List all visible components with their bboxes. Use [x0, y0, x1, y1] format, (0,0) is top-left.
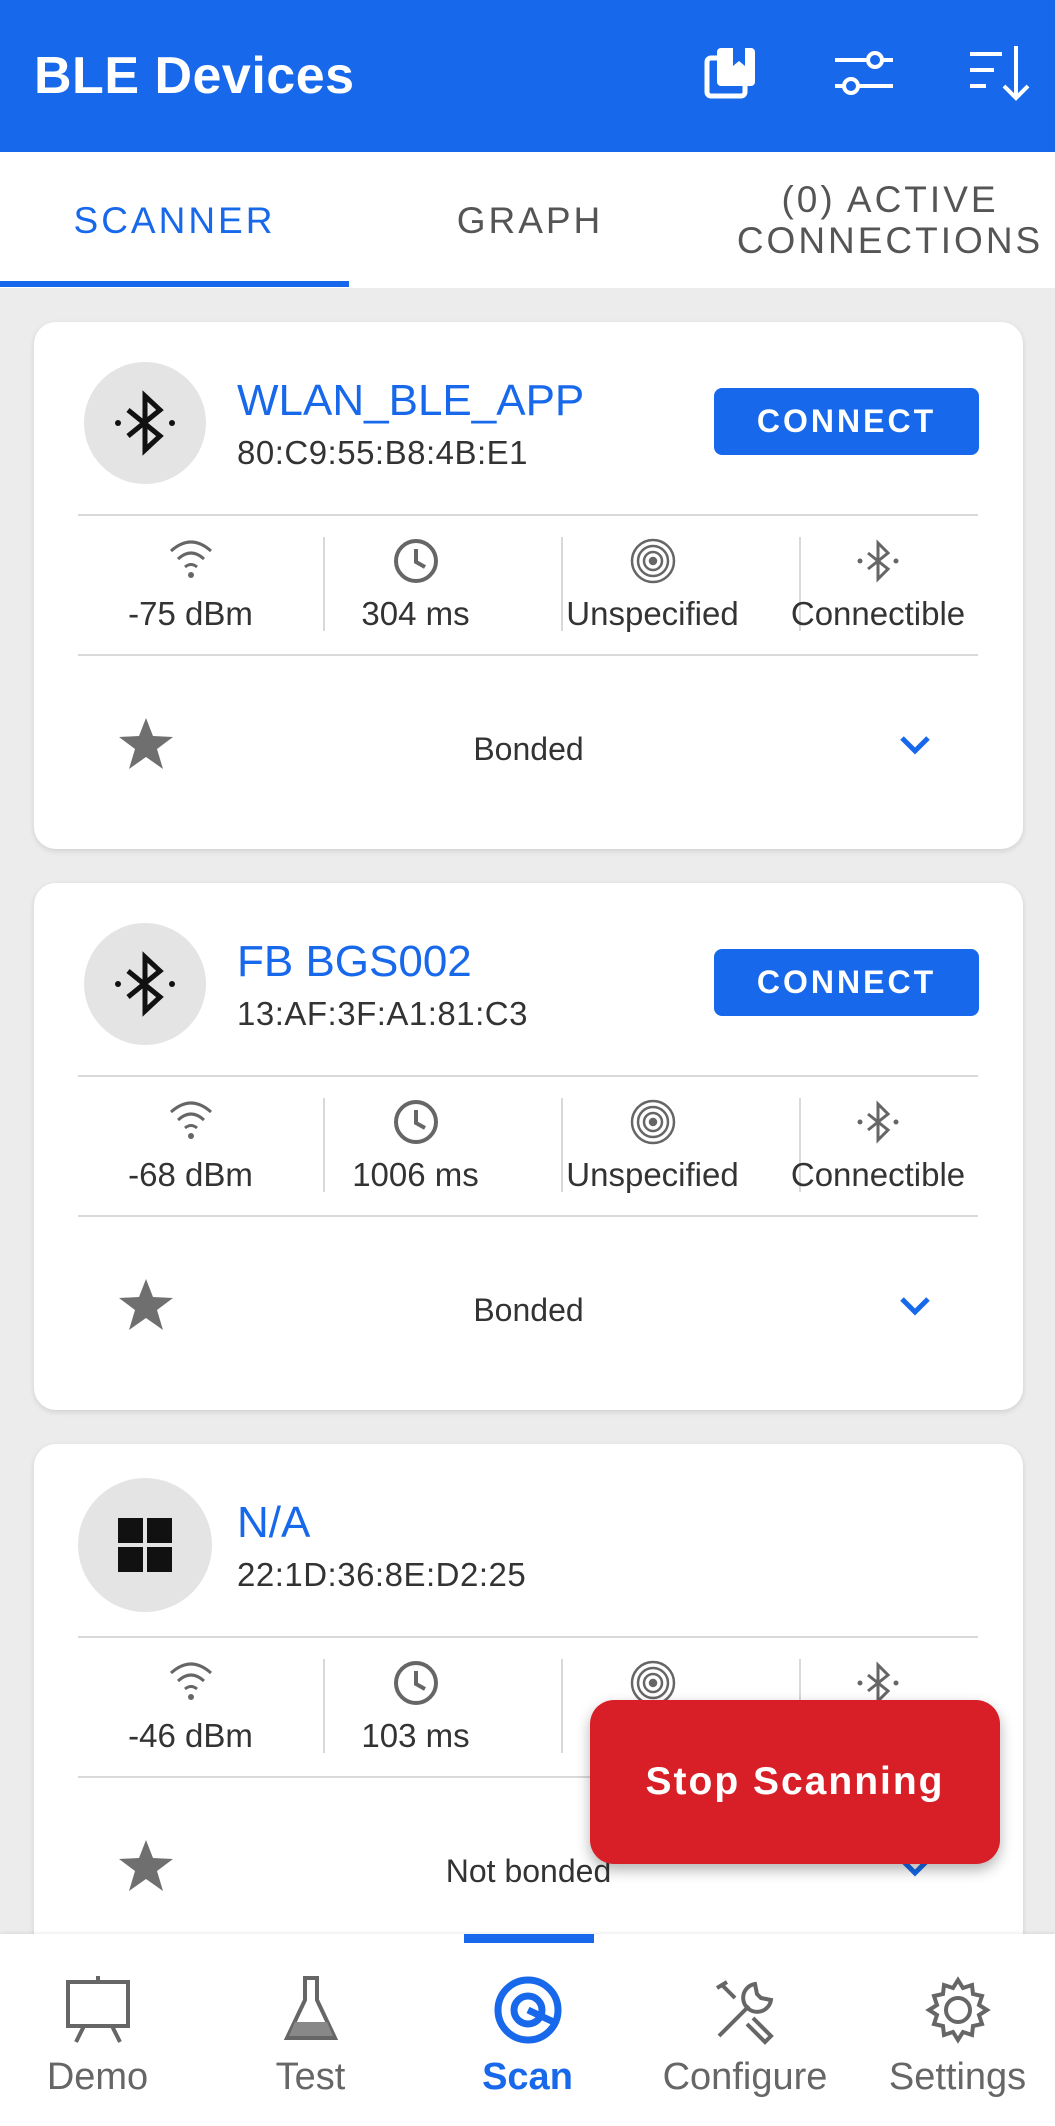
nav-label: Configure: [662, 2056, 828, 2098]
nav-label: Scan: [482, 2056, 573, 2098]
bookmarks-icon[interactable]: [697, 40, 763, 106]
signal-icon: [169, 1662, 212, 1700]
app-bar: BLE Devices: [0, 0, 1055, 152]
nav-scan[interactable]: Scan: [430, 1934, 625, 2126]
rssi-value: -75 dBm: [128, 595, 253, 632]
nav-active-indicator: [464, 1934, 594, 1943]
stop-scanning-button[interactable]: Stop Scanning: [590, 1700, 1000, 1864]
nav-demo[interactable]: Demo: [0, 1934, 195, 2126]
connectible-value: Connectible: [790, 595, 966, 632]
interval-value: 103 ms: [361, 1717, 470, 1754]
rssi-value: -68 dBm: [128, 1156, 253, 1193]
divider: [78, 1215, 978, 1217]
device-card[interactable]: WLAN_BLE_APP 80:C9:55:B8:4B:E1 CONNECT -…: [34, 322, 1023, 849]
tab-indicator: [0, 281, 349, 287]
connectible-stat: Connectible: [778, 537, 978, 637]
bluetooth-small-icon: [857, 539, 899, 583]
bond-status: Bonded: [473, 1292, 584, 1328]
tools-icon: [715, 1980, 774, 2045]
nav-test[interactable]: Test: [213, 1934, 408, 2126]
device-address: 22:1D:36:8E:D2:25: [237, 1556, 527, 1593]
beacon-type-stat: Unspecified: [540, 1098, 765, 1198]
device-stats: -75 dBm 304 ms Unspecified Connectible: [78, 537, 978, 637]
demo-easel-icon: [65, 1976, 130, 2043]
beacon-icon: [630, 1099, 675, 1145]
nav-settings[interactable]: Settings: [860, 1934, 1055, 2126]
clock-icon: [393, 539, 438, 583]
interval-stat: 304 ms: [303, 537, 528, 637]
device-avatar: [84, 923, 206, 1045]
beacon-type-stat: Unspecified: [540, 537, 765, 637]
filter-sliders-icon[interactable]: [831, 40, 897, 106]
interval-value: 1006 ms: [352, 1156, 479, 1193]
rssi-value: -46 dBm: [128, 1717, 253, 1754]
nav-configure[interactable]: Configure: [645, 1934, 845, 2126]
divider: [78, 1636, 978, 1638]
device-address: 80:C9:55:B8:4B:E1: [237, 434, 529, 471]
bluetooth-icon: [115, 951, 175, 1017]
tab-graph[interactable]: GRAPH: [355, 152, 705, 288]
connectible-stat: Connectible: [778, 1098, 978, 1198]
device-card[interactable]: FB BGS002 13:AF:3F:A1:81:C3 CONNECT -68 …: [34, 883, 1023, 1410]
bluetooth-small-icon: [857, 1100, 899, 1144]
bluetooth-icon: [115, 390, 175, 456]
gear-icon: [924, 1976, 991, 2044]
windows-icon: [118, 1518, 172, 1572]
app-title: BLE Devices: [34, 47, 355, 105]
clock-icon: [393, 1100, 438, 1144]
divider: [78, 1075, 978, 1077]
clock-icon: [393, 1661, 438, 1705]
beacon-type-value: Unspecified: [566, 1156, 739, 1193]
device-name: N/A: [237, 1498, 311, 1547]
device-name: WLAN_BLE_APP: [237, 376, 585, 425]
nav-label: Test: [275, 2056, 346, 2098]
sort-icon[interactable]: [968, 40, 1034, 106]
signal-icon: [169, 1101, 212, 1139]
scan-icon: [494, 1976, 561, 2044]
device-avatar: [78, 1478, 212, 1612]
connect-button[interactable]: CONNECT: [714, 388, 979, 455]
connectible-value: Connectible: [790, 1156, 966, 1193]
signal-icon: [169, 540, 212, 578]
device-name: FB BGS002: [237, 937, 472, 986]
bond-status: Bonded: [473, 731, 584, 767]
beacon-icon: [630, 538, 675, 584]
nav-label: Demo: [46, 2056, 149, 2098]
nav-label: Settings: [888, 2056, 1027, 2098]
rssi-stat: -75 dBm: [78, 537, 303, 637]
device-avatar: [84, 362, 206, 484]
device-stats: -68 dBm 1006 ms Unspecified Connectible: [78, 1098, 978, 1198]
bottom-nav: Demo Test Scan Configure Settings: [0, 1934, 1055, 2126]
beacon-type-value: Unspecified: [566, 595, 739, 632]
device-address: 13:AF:3F:A1:81:C3: [237, 995, 528, 1032]
flask-icon: [283, 1976, 338, 2040]
chevron-down-icon[interactable]: [894, 724, 936, 766]
rssi-stat: -46 dBm: [78, 1659, 303, 1759]
tab-bar: SCANNER GRAPH (0) ACTIVE CONNECTIONS: [0, 152, 1055, 288]
rssi-stat: -68 dBm: [78, 1098, 303, 1198]
interval-stat: 103 ms: [303, 1659, 528, 1759]
tab-scanner[interactable]: SCANNER: [0, 152, 349, 288]
chevron-down-icon[interactable]: [894, 1285, 936, 1327]
divider: [78, 654, 978, 656]
connect-button[interactable]: CONNECT: [714, 949, 979, 1016]
interval-stat: 1006 ms: [303, 1098, 528, 1198]
interval-value: 304 ms: [361, 595, 470, 632]
divider: [78, 514, 978, 516]
tab-active-connections[interactable]: (0) ACTIVE CONNECTIONS: [737, 152, 1040, 288]
